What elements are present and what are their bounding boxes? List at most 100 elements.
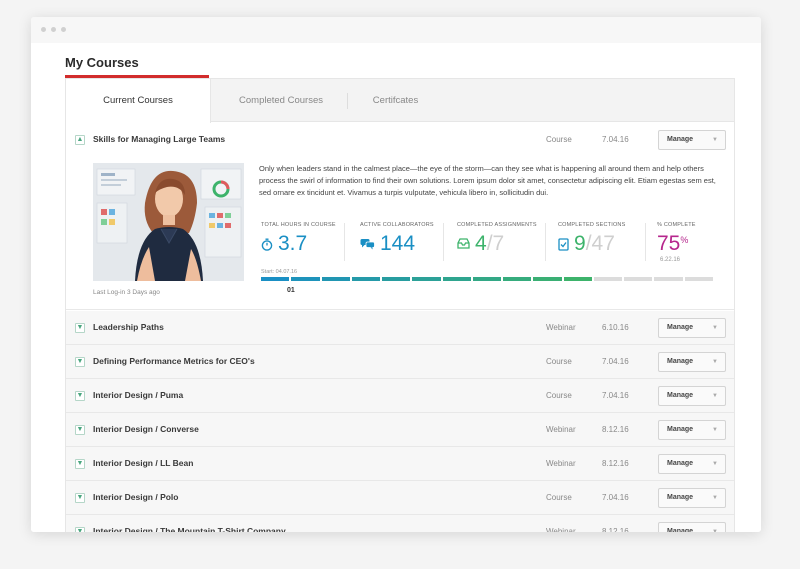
progress-segment bbox=[624, 277, 653, 281]
manage-label: Manage bbox=[667, 136, 694, 143]
course-date: 8.12.16 bbox=[602, 425, 629, 434]
progress-start-label: Start: 04.07.16 bbox=[261, 269, 298, 275]
manage-button[interactable]: Manage ▼ bbox=[658, 130, 726, 150]
course-title[interactable]: Interior Design / Puma bbox=[93, 390, 183, 400]
course-row[interactable]: ▼ Interior Design / Polo Course 7.04.16 Mana… bbox=[66, 481, 734, 515]
course-date: 6.10.16 bbox=[602, 323, 629, 332]
course-title[interactable]: Interior Design / Polo bbox=[93, 492, 178, 502]
course-progress-bar bbox=[261, 277, 713, 281]
manage-button[interactable]: Manage ▼ bbox=[658, 488, 726, 508]
stat-divider bbox=[344, 223, 345, 261]
progress-segment bbox=[593, 277, 623, 281]
progress-segment bbox=[321, 277, 350, 281]
manage-label: Manage bbox=[667, 392, 694, 399]
chevron-down-icon: ▼ bbox=[712, 325, 718, 331]
chevron-down-icon[interactable]: ▼ bbox=[75, 391, 85, 401]
course-row[interactable]: ▼ Interior Design / The Mountain T-Shirt … bbox=[66, 515, 734, 532]
course-title[interactable]: Leadership Paths bbox=[93, 322, 164, 332]
chevron-down-icon[interactable]: ▼ bbox=[75, 425, 85, 435]
course-type: Course bbox=[546, 135, 572, 144]
window-dot-icon bbox=[61, 27, 66, 32]
course-photo bbox=[93, 163, 244, 281]
course-description: Only when leaders stand in the calmest p… bbox=[259, 164, 716, 197]
stat-completed-assignments: COMPLETED ASSIGNMENTS 4/7 bbox=[457, 222, 537, 268]
course-title[interactable]: Defining Performance Metrics for CEO's bbox=[93, 356, 255, 366]
course-row[interactable]: ▼ Interior Design / Converse Webinar 8.12.1… bbox=[66, 413, 734, 447]
browser-window: My Courses Current Courses Completed Cou… bbox=[31, 17, 761, 532]
stat-value: 9 bbox=[574, 232, 586, 255]
course-date: 7.04.16 bbox=[602, 135, 629, 144]
course-title[interactable]: Interior Design / The Mountain T-Shirt C… bbox=[93, 526, 286, 532]
progress-segment bbox=[684, 277, 713, 281]
manage-button[interactable]: Manage ▼ bbox=[658, 318, 726, 338]
course-title[interactable]: Interior Design / Converse bbox=[93, 424, 199, 434]
stat-value: 144 bbox=[380, 232, 416, 255]
tab-completed-courses[interactable]: Completed Courses bbox=[211, 79, 351, 122]
stat-percent-complete: % COMPLETE 75% 6.22.16 bbox=[657, 222, 696, 268]
progress-segment bbox=[351, 277, 381, 281]
course-type: Course bbox=[546, 493, 572, 502]
manage-button[interactable]: Manage ▼ bbox=[658, 420, 726, 440]
course-row-expanded: ▲ Skills for Managing Large Teams Course… bbox=[66, 123, 734, 310]
manage-button[interactable]: Manage ▼ bbox=[658, 386, 726, 406]
stat-label: TOTAL HOURS IN COURSE bbox=[261, 222, 336, 228]
chevron-down-icon[interactable]: ▼ bbox=[75, 323, 85, 333]
course-date: 7.04.16 bbox=[602, 357, 629, 366]
progress-segment bbox=[442, 277, 471, 281]
progress-segment bbox=[533, 277, 562, 281]
page-content: My Courses Current Courses Completed Cou… bbox=[31, 43, 761, 532]
stat-value: 75 bbox=[657, 232, 681, 255]
manage-label: Manage bbox=[667, 426, 694, 433]
stat-divider bbox=[645, 223, 646, 261]
chevron-down-icon: ▼ bbox=[712, 427, 718, 433]
chevron-up-icon[interactable]: ▲ bbox=[75, 135, 85, 145]
manage-label: Manage bbox=[667, 460, 694, 467]
course-type: Webinar bbox=[546, 459, 576, 468]
stat-completed-sections: COMPLETED SECTIONS 9/47 bbox=[558, 222, 625, 268]
progress-segment bbox=[472, 277, 502, 281]
stat-total: /7 bbox=[486, 232, 505, 255]
manage-label: Manage bbox=[667, 358, 694, 365]
chevron-down-icon: ▼ bbox=[712, 495, 718, 501]
progress-segment bbox=[261, 277, 290, 281]
window-dot-icon bbox=[51, 27, 56, 32]
stat-label: ACTIVE COLLABORATORS bbox=[360, 222, 434, 228]
chevron-down-icon: ▼ bbox=[712, 393, 718, 399]
stat-value: 3.7 bbox=[278, 232, 308, 255]
stat-value: 4 bbox=[475, 232, 487, 255]
manage-label: Manage bbox=[667, 494, 694, 501]
page-title: My Courses bbox=[65, 55, 139, 70]
course-row[interactable]: ▼ Interior Design / Puma Course 7.04.16 Mana… bbox=[66, 379, 734, 413]
course-title[interactable]: Skills for Managing Large Teams bbox=[93, 134, 225, 144]
course-type: Webinar bbox=[546, 527, 576, 532]
course-type: Webinar bbox=[546, 323, 576, 332]
stat-label: % COMPLETE bbox=[657, 222, 696, 228]
course-row[interactable]: ▼ Defining Performance Metrics for CEO's C… bbox=[66, 345, 734, 379]
course-title[interactable]: Interior Design / LL Bean bbox=[93, 458, 193, 468]
checklist-document-icon bbox=[558, 238, 569, 253]
chevron-down-icon[interactable]: ▼ bbox=[75, 527, 85, 532]
stat-divider bbox=[443, 223, 444, 261]
course-type: Course bbox=[546, 357, 572, 366]
inbox-tray-icon bbox=[457, 238, 470, 251]
percent-date: 6.22.16 bbox=[660, 257, 681, 263]
manage-button[interactable]: Manage ▼ bbox=[658, 454, 726, 474]
course-date: 7.04.16 bbox=[602, 391, 629, 400]
course-type: Webinar bbox=[546, 425, 576, 434]
manage-button[interactable]: Manage ▼ bbox=[658, 522, 726, 532]
stat-divider bbox=[545, 223, 546, 261]
chevron-down-icon[interactable]: ▼ bbox=[75, 459, 85, 469]
course-tabs: Current Courses Completed Courses Certif… bbox=[66, 79, 734, 123]
tab-certificates[interactable]: Certifcates bbox=[348, 79, 443, 122]
chevron-down-icon[interactable]: ▼ bbox=[75, 357, 85, 367]
chevron-down-icon: ▼ bbox=[712, 529, 718, 532]
chevron-down-icon[interactable]: ▼ bbox=[75, 493, 85, 503]
manage-button[interactable]: Manage ▼ bbox=[658, 352, 726, 372]
course-type: Course bbox=[546, 391, 572, 400]
tab-current-courses[interactable]: Current Courses bbox=[66, 79, 211, 123]
course-date: 8.12.16 bbox=[602, 527, 629, 532]
course-row[interactable]: ▼ Leadership Paths Webinar 6.10.16 Manage ▼ bbox=[66, 311, 734, 345]
progress-segment bbox=[382, 277, 411, 281]
chevron-down-icon: ▼ bbox=[712, 359, 718, 365]
course-row[interactable]: ▼ Interior Design / LL Bean Webinar 8.12.16… bbox=[66, 447, 734, 481]
